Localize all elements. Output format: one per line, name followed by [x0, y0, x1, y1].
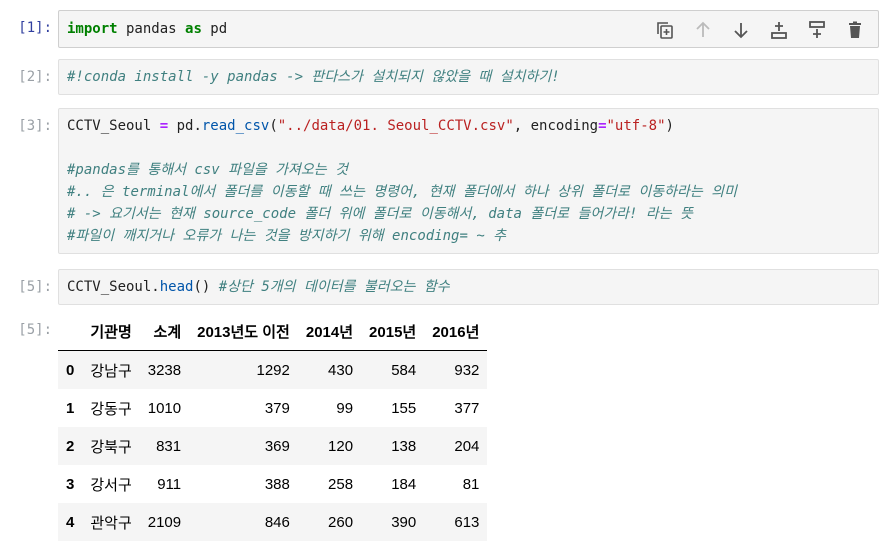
code-token: #상단 5개의 데이터를 불러오는 함수	[218, 279, 450, 295]
delete-icon[interactable]	[842, 18, 868, 42]
table-cell: 1010	[147, 399, 182, 417]
column-header: 소계	[139, 312, 190, 351]
cell-input[interactable]: CCTV_Seoul.head() #상단 5개의 데이터를 불러오는 함수	[58, 269, 879, 305]
code-token: pd.	[168, 118, 202, 134]
table-cell: 3238	[147, 361, 182, 379]
code-token: )	[665, 118, 674, 134]
table-cell: 99	[336, 399, 354, 417]
table-cell: 138	[391, 437, 417, 455]
comment-line: #파일이 깨지거나 오류가 나는 것을 방지하기 위해 encoding= ~ …	[67, 228, 507, 244]
table-cell: 184	[391, 475, 417, 493]
code-text[interactable]: CCTV_Seoul = pd.read_csv("../data/01. Se…	[59, 109, 878, 253]
table-cell: 강서구	[90, 476, 132, 494]
cell-prompt: [1]:	[18, 20, 52, 36]
code-line: CCTV_Seoul = pd.read_csv("../data/01. Se…	[67, 115, 870, 137]
code-text[interactable]: CCTV_Seoul.head() #상단 5개의 데이터를 불러오는 함수	[59, 270, 878, 304]
code-token: (	[269, 118, 278, 134]
code-token: CCTV_Seoul	[67, 118, 160, 134]
table-row: 0 강남구 3238 1292 430 584 932	[58, 350, 488, 389]
table-cell: 377	[454, 399, 480, 417]
comment-line: #pandas를 통해서 csv 파일을 가져오는 것	[67, 162, 348, 178]
code-token: pd	[201, 21, 228, 37]
table-cell: 204	[454, 437, 480, 455]
table-cell: 2109	[147, 513, 182, 531]
table-cell: 584	[391, 361, 417, 379]
column-header: 2014년	[297, 312, 362, 351]
table-row: 2 강북구 831 369 120 138 204	[58, 427, 488, 465]
cell-prompt: [3]:	[18, 118, 52, 134]
table-cell: 613	[454, 513, 480, 531]
code-token: =	[159, 118, 169, 134]
index-header	[58, 312, 83, 351]
table-cell: 155	[391, 399, 417, 417]
table-header-row: 기관명 소계 2013년도 이전 2014년 2015년 2016년	[58, 312, 488, 351]
code-token: "utf-8"	[606, 118, 666, 134]
table-cell: 846	[264, 513, 290, 531]
code-token: read_csv	[201, 118, 270, 134]
table-row: 3 강서구 911 388 258 184 81	[58, 465, 487, 503]
move-up-icon[interactable]	[690, 18, 716, 42]
code-text[interactable]: #!conda install -y pandas -> 판다스가 설치되지 않…	[59, 60, 878, 94]
comment-line: #.. 은 terminal에서 폴더를 이동할 때 쓰는 명령어, 현재 폴더…	[67, 184, 737, 200]
table-cell: 911	[157, 475, 182, 493]
cell-input[interactable]: #!conda install -y pandas -> 판다스가 설치되지 않…	[58, 59, 879, 95]
cell-prompt: [2]:	[18, 69, 52, 85]
table-cell: 388	[264, 475, 290, 493]
row-index: 4	[66, 513, 75, 531]
move-down-icon[interactable]	[728, 18, 754, 42]
cell-toolbar	[652, 18, 868, 42]
table-cell: 379	[264, 399, 290, 417]
table-cell: 831	[156, 437, 182, 455]
code-cell-2[interactable]: [2]: #!conda install -y pandas -> 판다스가 설…	[0, 59, 895, 95]
comment-line: # -> 요기서는 현재 source_code 폴더 위에 폴더로 이동해서,…	[67, 206, 693, 222]
column-header: 2013년도 이전	[189, 312, 298, 351]
code-token: ()	[193, 279, 219, 295]
table-cell: 강동구	[90, 400, 132, 418]
table-cell: 1292	[256, 361, 290, 379]
code-token: , encoding	[513, 118, 599, 134]
code-token: as	[185, 21, 202, 37]
table-cell: 390	[391, 513, 417, 531]
table-row: 1 강동구 1010 379 99 155 377	[58, 389, 487, 427]
output-prompt: [5]:	[18, 322, 52, 338]
dataframe-table: 기관명 소계 2013년도 이전 2014년 2015년 2016년 0 강남구…	[58, 312, 488, 541]
row-index: 1	[66, 399, 75, 417]
output-cell: [5]: 기관명 소계 2013년도 이전 2014년 2015년 2016년 …	[0, 312, 895, 557]
code-cell-1[interactable]: [1]: import pandas as pd	[0, 10, 895, 48]
copy-icon[interactable]	[652, 18, 678, 42]
code-token: "../data/01. Seoul_CCTV.csv"	[277, 118, 514, 134]
code-cell-4[interactable]: [5]: CCTV_Seoul.head() #상단 5개의 데이터를 불러오는…	[0, 269, 895, 305]
column-header: 2016년	[424, 312, 488, 351]
row-index: 3	[66, 475, 75, 493]
code-token: CCTV_Seoul.	[67, 279, 160, 295]
column-header: 기관명	[82, 312, 140, 351]
table-cell: 관악구	[90, 514, 132, 532]
table-cell: 120	[328, 437, 354, 455]
insert-above-icon[interactable]	[766, 18, 792, 42]
table-cell: 258	[328, 475, 354, 493]
insert-below-icon[interactable]	[804, 18, 830, 42]
table-cell: 260	[328, 513, 354, 531]
table-row: 4 관악구 2109 846 260 390 613	[58, 503, 488, 541]
table-cell: 430	[328, 361, 354, 379]
cell-input[interactable]: CCTV_Seoul = pd.read_csv("../data/01. Se…	[58, 108, 879, 254]
row-index: 0	[66, 361, 75, 379]
cell-prompt: [5]:	[18, 279, 52, 295]
table-cell: 강북구	[90, 438, 132, 456]
column-header: 2015년	[361, 312, 425, 351]
table-cell: 강남구	[90, 362, 132, 380]
code-token: import	[67, 21, 118, 37]
table-cell: 369	[264, 437, 290, 455]
table-cell: 81	[462, 475, 480, 493]
row-index: 2	[66, 437, 75, 455]
code-token: =	[598, 118, 607, 134]
code-token: pandas	[117, 21, 186, 37]
code-cell-3[interactable]: [3]: CCTV_Seoul = pd.read_csv("../data/0…	[0, 108, 895, 254]
cell-input[interactable]: import pandas as pd	[58, 10, 879, 48]
code-token: head	[159, 279, 194, 295]
table-cell: 932	[454, 361, 480, 379]
